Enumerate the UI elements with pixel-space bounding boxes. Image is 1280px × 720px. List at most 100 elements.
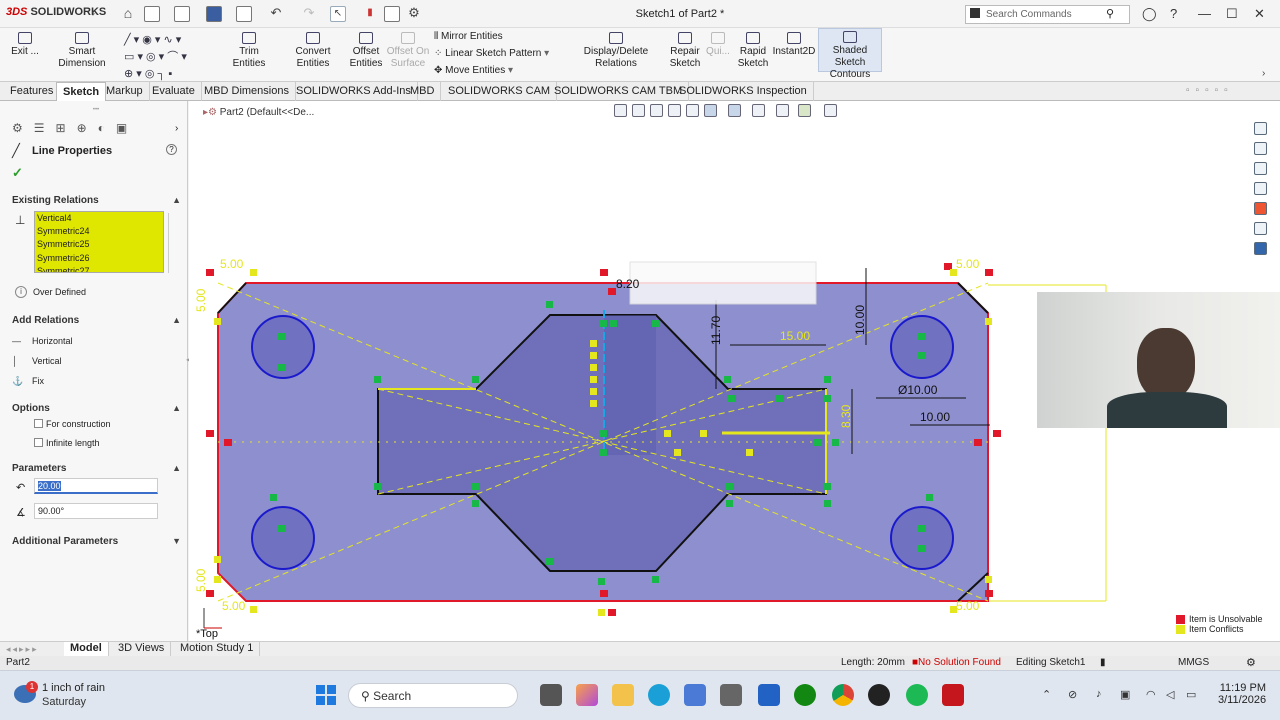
sketch-entities-group[interactable]: ╱ ▾ ◉ ▾ ∿ ▾ ▭ ▾ ◎ ▾ ⌒ ▾ ⊕ ▾ ◎ ┐ ▪ — [124, 32, 216, 80]
open-folder-icon[interactable] — [174, 6, 190, 22]
search-icon[interactable]: ⚲ — [1106, 7, 1114, 20]
dim-10-right[interactable]: 10.00 — [853, 305, 867, 335]
move-entities-button[interactable]: ✥ Move Entities ▾ — [434, 65, 513, 76]
offset-on-surface-button[interactable]: Offset On Surface — [386, 30, 430, 70]
obs-icon[interactable] — [868, 684, 890, 706]
tab-model[interactable]: Model — [64, 642, 109, 656]
microphone-icon[interactable]: ♪ — [1096, 688, 1102, 700]
tab-features[interactable]: Features — [4, 82, 61, 101]
for-construction-checkbox[interactable] — [34, 419, 43, 428]
quick-snaps-button[interactable]: Qui... — [704, 30, 732, 58]
task-view-icon[interactable] — [540, 684, 562, 706]
redo-icon[interactable]: ↷ — [301, 6, 317, 22]
rapid-sketch-button[interactable]: Rapid Sketch — [736, 30, 770, 70]
design-library-icon[interactable] — [1254, 142, 1267, 155]
battery-icon[interactable]: ▭ — [1186, 688, 1196, 701]
dim-top-left[interactable]: 5.00 — [220, 257, 244, 271]
store-icon[interactable] — [684, 684, 706, 706]
options-gear-icon[interactable]: ⚙ — [406, 6, 422, 22]
edge-icon[interactable] — [648, 684, 670, 706]
chrome-icon[interactable] — [832, 684, 854, 706]
solidworks-taskbar-icon[interactable] — [942, 684, 964, 706]
window-tile-icons[interactable]: ▫▫▫▫▫ — [1186, 85, 1234, 96]
print-icon[interactable] — [236, 6, 252, 22]
tab-3d-views[interactable]: 3D Views — [112, 642, 172, 656]
tray-app-icon[interactable]: ▣ — [1120, 688, 1130, 701]
add-relation-vertical[interactable]: │ Vertical — [12, 351, 73, 371]
taskbar-search-box[interactable]: ⚲ Search — [348, 683, 518, 708]
existing-relations-header[interactable]: Existing Relations — [12, 195, 99, 206]
relation-item[interactable]: Symmetric24 — [35, 225, 163, 238]
clock[interactable]: 11:19 PM 3/11/2026 — [1218, 682, 1266, 706]
dim-8-20[interactable]: 8.20 — [616, 277, 640, 291]
windows-start-icon[interactable] — [316, 685, 336, 705]
angle-input[interactable]: 90.00° — [34, 503, 158, 519]
ok-check-button[interactable]: ✓ — [12, 165, 23, 181]
rebuild-status-icon[interactable]: ▮ — [1100, 657, 1106, 668]
status-solution[interactable]: ■No Solution Found — [912, 657, 1001, 668]
add-relation-horizontal[interactable]: — Horizontal — [12, 331, 73, 351]
autodesk-icon[interactable] — [758, 684, 780, 706]
tab-scroll-arrows[interactable]: ◂◂▸▸▸ — [6, 644, 39, 655]
copilot-icon[interactable] — [576, 684, 598, 706]
weather-title[interactable]: 1 inch of rain — [42, 682, 105, 694]
rebuild-icon[interactable]: ▮ — [362, 6, 378, 22]
panel-tab-icons[interactable]: ⚙☰⊞⊕◐▣ — [12, 121, 180, 137]
units-selector[interactable]: MMGS — [1178, 657, 1209, 668]
wifi-icon[interactable]: ◠ — [1146, 688, 1156, 701]
solidworks-resources-icon[interactable] — [1254, 122, 1267, 135]
settings-app-icon[interactable] — [720, 684, 742, 706]
menu-chevron-icon[interactable]: › — [92, 8, 95, 18]
infinite-length-checkbox[interactable] — [34, 438, 43, 447]
parameters-header[interactable]: Parameters — [12, 463, 66, 474]
relation-item[interactable]: Symmetric27 — [35, 265, 163, 272]
panel-grip[interactable]: ••• — [8, 107, 184, 113]
length-input[interactable]: 20.00 — [34, 478, 158, 494]
customize-status-icon[interactable]: ⚙ — [1246, 656, 1256, 669]
additional-parameters-header[interactable]: Additional Parameters — [12, 536, 118, 547]
appearances-icon[interactable] — [1254, 202, 1267, 215]
dim-bottom-right[interactable]: 5.00 — [956, 599, 980, 613]
relations-scrollbar[interactable] — [168, 213, 174, 273]
dim-bottom-left-v[interactable]: 5.00 — [194, 568, 208, 592]
ribbon-overflow-icon[interactable]: › — [1262, 68, 1265, 79]
tab-sketch[interactable]: Sketch — [56, 82, 107, 101]
repair-sketch-button[interactable]: Repair Sketch — [668, 30, 702, 70]
add-relation-fix[interactable]: ⚓ Fix — [12, 371, 73, 391]
add-relations-header[interactable]: Add Relations — [12, 315, 79, 326]
linear-pattern-button[interactable]: ⁘ Linear Sketch Pattern ▾ — [434, 48, 549, 59]
xbox-icon[interactable] — [794, 684, 816, 706]
offset-entities-button[interactable]: Offset Entities — [348, 30, 384, 70]
display-delete-relations-button[interactable]: Display/Delete Relations — [566, 30, 666, 70]
tab-solidworks-add-ins[interactable]: SOLIDWORKS Add-Ins — [290, 82, 418, 101]
help-circle-icon[interactable]: ? — [166, 144, 177, 155]
file-properties-icon[interactable] — [384, 6, 400, 22]
user-account-icon[interactable]: ◯ — [1142, 6, 1157, 22]
tab-markup[interactable]: Markup — [100, 82, 150, 101]
relation-item[interactable]: Symmetric25 — [35, 238, 163, 251]
new-document-icon[interactable] — [144, 6, 160, 22]
collapse-chevron-icon[interactable]: ▲ — [172, 195, 181, 205]
tab-evaluate[interactable]: Evaluate — [146, 82, 202, 101]
undo-icon[interactable]: ↶ — [268, 6, 284, 22]
expand-chevron-icon[interactable]: ▼ — [172, 536, 181, 546]
tray-overflow-icon[interactable]: ⌃ — [1042, 688, 1051, 701]
convert-entities-button[interactable]: Convert Entities — [278, 30, 348, 70]
close-button[interactable]: ✕ — [1254, 6, 1265, 22]
3dexperience-icon[interactable] — [1254, 242, 1267, 255]
instant2d-button[interactable]: Instant2D — [772, 30, 816, 58]
tab-motion-study[interactable]: Motion Study 1 — [174, 642, 261, 656]
relation-item[interactable]: Vertical4 — [35, 212, 163, 225]
tray-network-off-icon[interactable]: ⊘ — [1068, 688, 1077, 701]
dim-11-70[interactable]: 11.70 — [709, 316, 723, 345]
volume-icon[interactable]: ◁ — [1166, 688, 1174, 701]
file-explorer-icon[interactable] — [1254, 162, 1267, 175]
select-arrow-icon[interactable]: ↖ — [330, 6, 346, 22]
dim-15[interactable]: 15.00 — [780, 329, 810, 343]
minimize-button[interactable]: — — [1198, 6, 1211, 21]
collapse-chevron-icon[interactable]: ▲ — [172, 315, 181, 325]
maximize-button[interactable]: ☐ — [1226, 6, 1238, 22]
trim-entities-button[interactable]: Trim Entities — [222, 30, 276, 70]
spotify-icon[interactable] — [906, 684, 928, 706]
shaded-sketch-contours-button[interactable]: Shaded Sketch Contours — [818, 28, 882, 80]
